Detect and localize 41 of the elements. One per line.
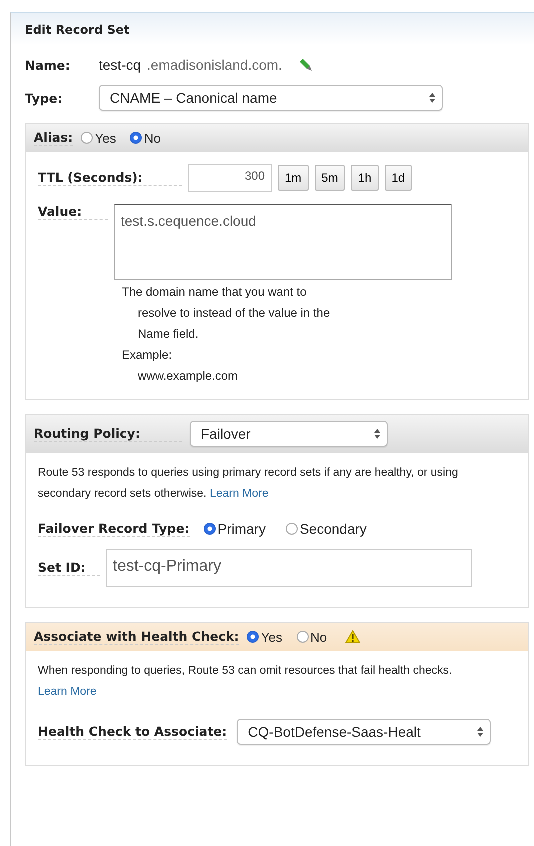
value-field[interactable]: test.s.cequence.cloud — [114, 204, 452, 280]
field-label: Name: — [25, 58, 72, 72]
preset-button[interactable]: 1h — [351, 165, 379, 191]
field-label: Associate with Health Check: — [34, 629, 240, 645]
field-label: Set ID: — [38, 560, 100, 576]
help-text: Name field. — [137, 326, 200, 343]
type-select[interactable]: CNAME – Canonical name — [99, 85, 443, 111]
help-text: resolve to instead of the value in the — [137, 305, 332, 322]
preset-button[interactable]: 1m — [278, 165, 309, 191]
description-text: Route 53 responds to queries using primary record sets if any are healthy, or using secondary record sets otherwise. Learn More — [38, 466, 460, 502]
radio-option[interactable]: Primary — [204, 521, 266, 537]
field-label: Type: — [25, 90, 64, 106]
example-text: www.example.com — [137, 368, 240, 385]
learn-more-link[interactable]: Learn More — [210, 488, 269, 500]
health-check-select[interactable]: CQ-BotDefense-Saas-Healt — [237, 719, 492, 745]
field-label: Failover Record Type: — [38, 521, 190, 537]
preset-button[interactable]: 5m — [314, 165, 346, 191]
set-id-field[interactable]: test-cq-Primary — [106, 549, 472, 587]
field-label: TTL (Seconds): — [38, 170, 182, 186]
description-text: When responding to queries, Route 53 can omit resources that fail health checks. Learn More — [38, 664, 454, 700]
field-label: Alias: — [34, 130, 74, 146]
pencil-icon[interactable] — [298, 57, 314, 73]
routing-select[interactable]: Failover — [190, 421, 388, 447]
learn-more-link[interactable]: Learn More — [38, 686, 97, 698]
field-label: Value: — [38, 204, 108, 220]
updown-icon — [477, 726, 484, 738]
radio-option[interactable]: No — [296, 630, 328, 644]
help-text: The domain name that you want to — [122, 284, 308, 301]
ttl-field[interactable]: 300 — [188, 164, 272, 192]
radio-option[interactable]: No — [130, 130, 161, 146]
radio-option[interactable]: Yes — [247, 630, 283, 644]
field-label: Routing Policy: — [34, 426, 182, 442]
radio-option[interactable]: Secondary — [286, 521, 367, 537]
name-value: test-cq — [99, 57, 142, 73]
updown-icon — [429, 92, 436, 104]
radio-option[interactable]: Yes — [81, 130, 116, 146]
updown-icon — [374, 428, 381, 440]
preset-button[interactable]: 1d — [384, 165, 412, 191]
field-label: Health Check to Associate: — [38, 724, 228, 740]
help-text: Example: — [122, 347, 174, 364]
domain-suffix: .emadisonisland.com. — [147, 57, 282, 73]
